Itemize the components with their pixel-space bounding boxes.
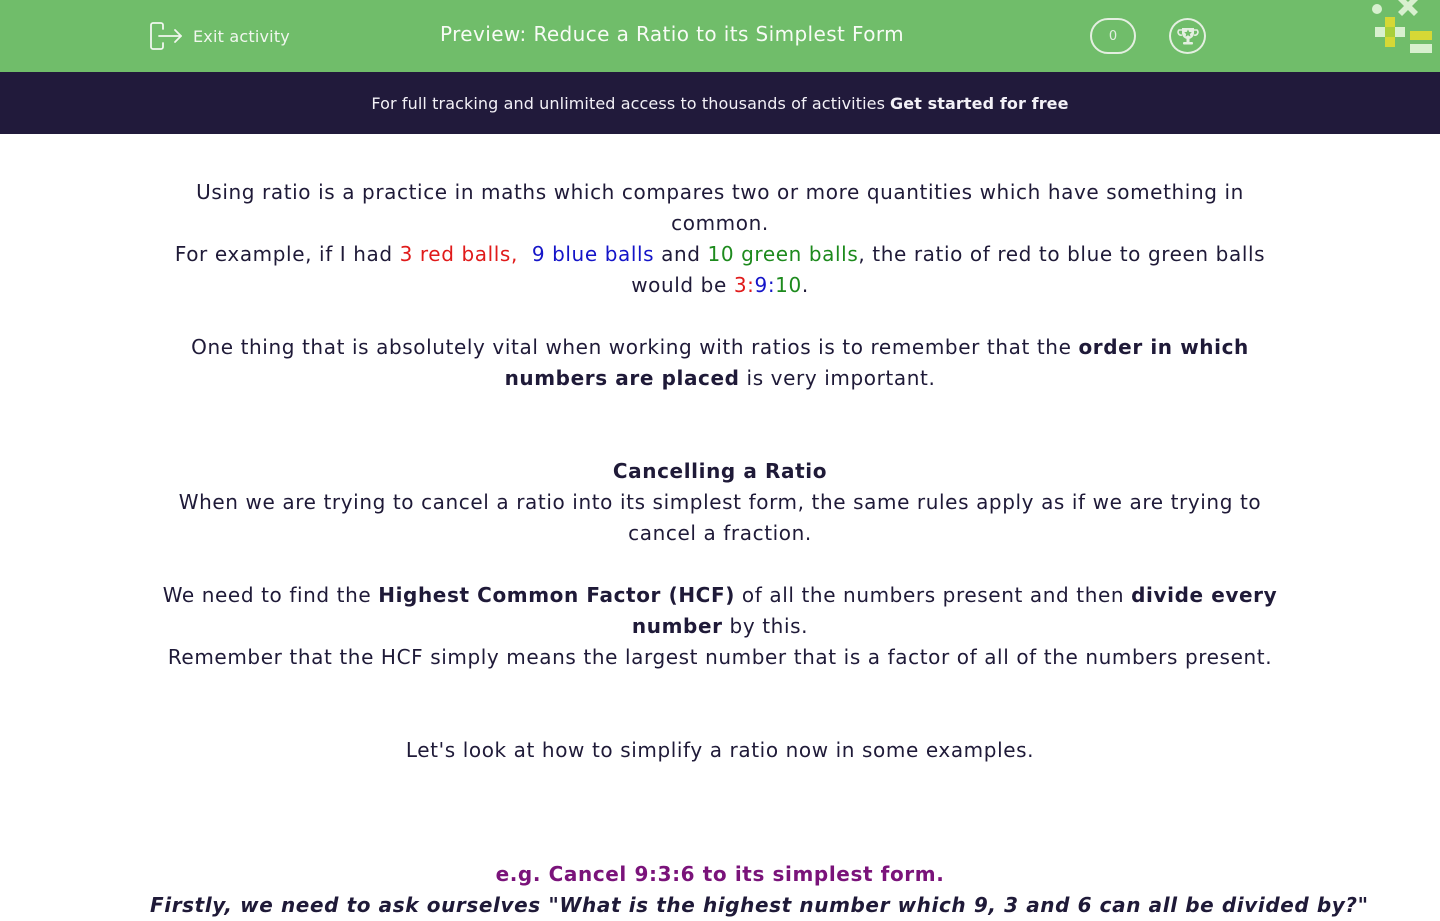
section-heading: Cancelling a Ratio [612,459,828,483]
hcf-emphasis: Highest Common Factor (HCF) [378,583,735,607]
ratio-red: 3 [733,273,748,297]
hcf-text: by this. [722,614,809,638]
score-badge: 0 [1090,18,1136,54]
banner-text: For full tracking and unlimited access t… [371,93,886,113]
cancel-paragraph: When we are trying to cancel a ratio int… [178,490,1262,545]
order-text: One thing that is absolutely vital when … [191,335,1079,359]
signup-banner: For full tracking and unlimited access t… [0,72,1440,134]
green-balls-text: 10 green balls [707,242,859,266]
exit-icon [150,22,182,50]
brand-logo-icon [1372,0,1432,53]
ratio-green: 10 [775,273,802,297]
exit-activity-label: Exit activity [193,26,290,46]
page-title: Preview: Reduce a Ratio to its Simplest … [440,22,905,46]
hcf-text: of all the numbers present and then [734,583,1132,607]
hcf-text: We need to find the [162,583,379,607]
top-bar: Exit activity Preview: Reduce a Ratio to… [0,0,1440,72]
exit-activity-button[interactable]: Exit activity [149,20,290,52]
example-text: . [801,273,809,297]
hcf-paragraph: We need to find the Highest Common Facto… [150,580,1290,642]
lesson-content: Using ratio is a practice in maths which… [150,177,1369,921]
trophy-button[interactable] [1169,18,1206,54]
example-text: and [654,242,708,266]
ratio-blue: 9 [754,273,768,297]
get-started-link[interactable]: Get started for free [890,94,1069,113]
example-paragraph: For example, if I had 3 red balls, 9 blu… [150,239,1290,301]
blue-balls-text: 9 blue balls [531,242,655,266]
remember-paragraph: Remember that the HCF simply means the l… [167,645,1273,669]
ratio-colon: : [747,273,755,297]
intro-paragraph: Using ratio is a practice in maths which… [196,180,1244,235]
example-step-text: Firstly, we need to ask ourselves "What … [150,893,1369,917]
order-text: is very important. [739,366,936,390]
examples-intro: Let's look at how to simplify a ratio no… [405,738,1035,762]
example-text: For example, if I had [174,242,400,266]
order-paragraph: One thing that is absolutely vital when … [150,332,1290,394]
red-balls-text: 3 red balls, [399,242,518,266]
example-heading: e.g. Cancel 9:3:6 to its simplest form. [495,862,945,886]
trophy-icon [1176,28,1199,45]
